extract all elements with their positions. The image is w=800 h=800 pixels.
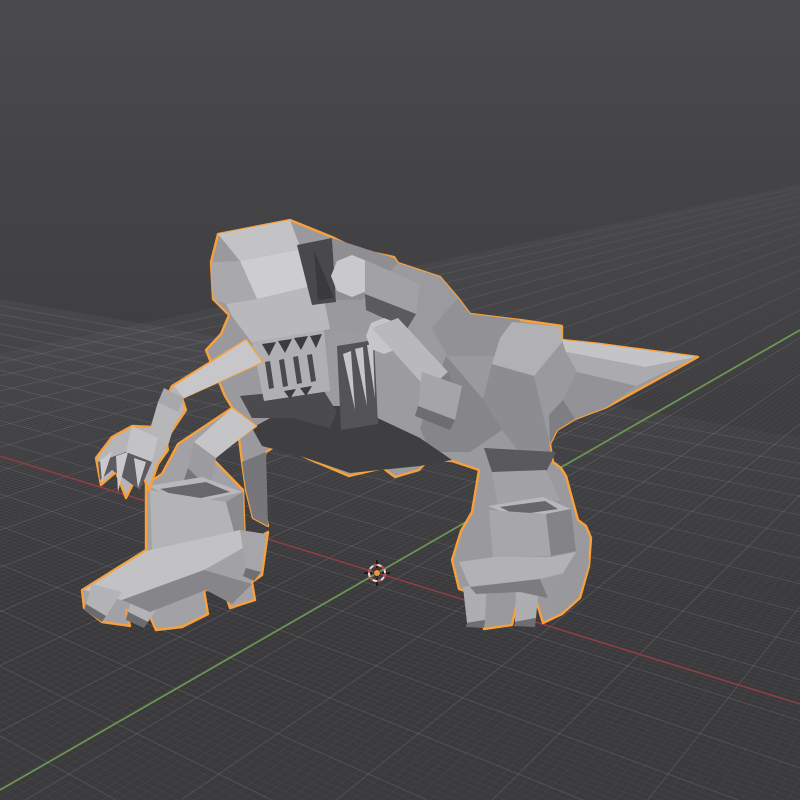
object-origin-dot — [374, 570, 380, 576]
viewport-canvas[interactable] — [0, 0, 800, 800]
blender-3d-viewport[interactable] — [0, 0, 800, 800]
